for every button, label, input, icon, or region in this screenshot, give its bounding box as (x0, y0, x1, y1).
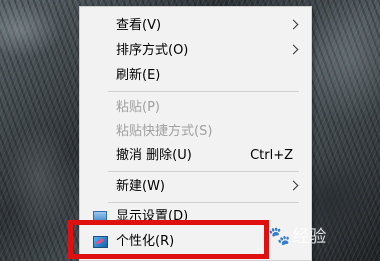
menu-item-view[interactable]: 查看(V) (80, 15, 311, 37)
menu-separator (108, 202, 299, 203)
menu-separator (108, 171, 299, 172)
menu-item-label: 新建(W) (116, 179, 165, 194)
menu-item-label: 排序方式(O) (116, 43, 189, 58)
chevron-right-icon (288, 44, 299, 55)
menu-separator (108, 91, 299, 92)
menu-item-label: 撤消 删除(U) (116, 148, 192, 163)
highlight-box (68, 220, 269, 259)
menu-item-undo-delete[interactable]: 撤消 删除(U) Ctrl+Z (80, 145, 311, 167)
chevron-right-icon (288, 19, 299, 30)
menu-item-paste: 粘贴(P) (80, 97, 311, 119)
watermark: 🐾 经验 (268, 222, 326, 247)
chevron-right-icon (288, 180, 299, 191)
menu-item-sort-by[interactable]: 排序方式(O) (80, 40, 311, 62)
menu-item-refresh[interactable]: 刷新(E) (80, 65, 311, 87)
menu-item-label: 粘贴(P) (116, 100, 160, 115)
baidu-paw-icon: 🐾 (268, 226, 291, 247)
menu-item-label: 刷新(E) (116, 68, 161, 83)
watermark-text: 经验 (292, 227, 327, 247)
menu-item-new[interactable]: 新建(W) (80, 176, 311, 198)
menu-item-shortcut: Ctrl+Z (250, 148, 293, 163)
menu-item-label: 粘贴快捷方式(S) (116, 124, 213, 139)
menu-item-paste-shortcut: 粘贴快捷方式(S) (80, 121, 311, 143)
menu-item-label: 查看(V) (116, 18, 162, 33)
